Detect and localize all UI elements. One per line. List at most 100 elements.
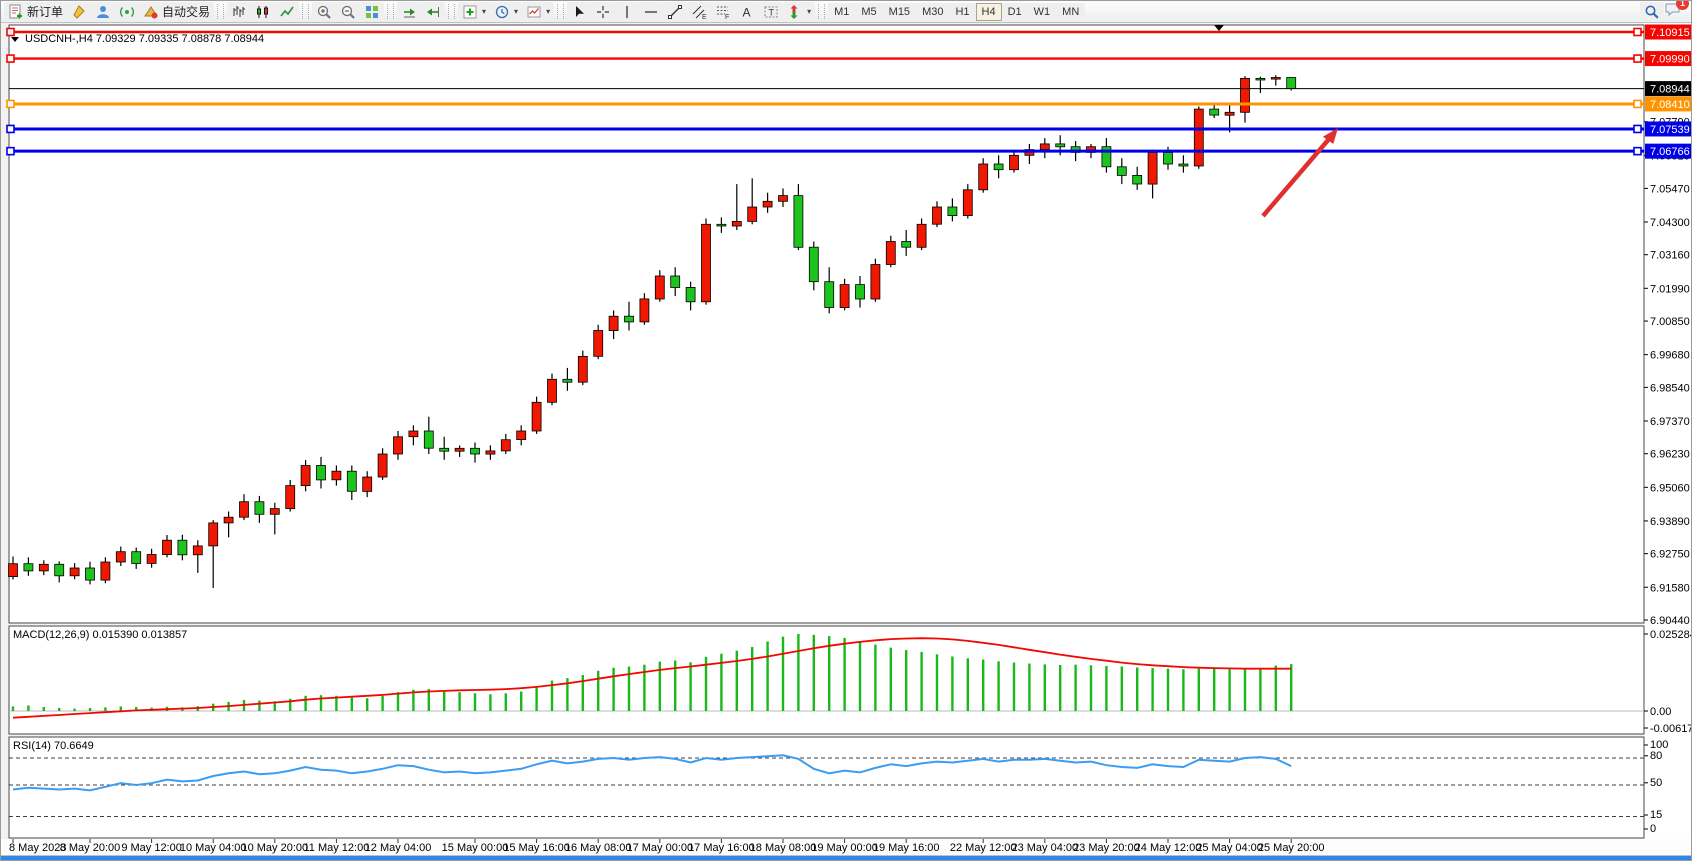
line-handle[interactable]: [7, 148, 14, 155]
rsi-axis-tick: 15: [1650, 809, 1662, 821]
candle: [132, 552, 141, 564]
candle: [394, 437, 403, 454]
time-label: 9 May 12:00: [121, 842, 182, 854]
toolbar-grip: [557, 4, 564, 19]
price-tick: 7.03160: [1650, 250, 1690, 262]
terminal-window: 新订单 自动交易 ▾ ▾ ▾ E F A T ▾ M: [0, 0, 1692, 861]
candlestick-chart-button[interactable]: [251, 2, 275, 21]
price-tick: 6.97370: [1650, 416, 1690, 428]
text-label-tool-button[interactable]: T: [759, 2, 783, 21]
price-chart[interactable]: 8 May 20238 May 20:009 May 12:0010 May 0…: [1, 23, 1692, 861]
auto-scroll-button[interactable]: [397, 2, 421, 21]
templates-button[interactable]: ▾: [522, 2, 554, 21]
timeframe-w1-button[interactable]: W1: [1028, 3, 1057, 21]
line-handle[interactable]: [7, 125, 14, 132]
time-label: 22 May 12:00: [950, 842, 1017, 854]
line-chart-icon: [279, 4, 295, 20]
candle: [9, 564, 18, 577]
tile-windows-icon: [364, 4, 380, 20]
timeframe-m5-button[interactable]: M5: [855, 3, 882, 21]
line-handle[interactable]: [1634, 148, 1641, 155]
line-handle[interactable]: [7, 55, 14, 62]
time-label: 11 May 12:00: [303, 842, 369, 854]
toolbar-grip: [448, 4, 455, 19]
candle: [594, 331, 603, 357]
auto-trading-button[interactable]: 自动交易: [139, 2, 214, 21]
timeframe-m1-button[interactable]: M1: [828, 3, 855, 21]
candle: [1010, 155, 1019, 169]
toolbar-grip: [217, 4, 224, 19]
cursor-tool-button[interactable]: [567, 2, 591, 21]
candle: [455, 448, 464, 451]
rsi-panel[interactable]: [9, 737, 1644, 838]
timeframe-h1-button[interactable]: H1: [949, 3, 975, 21]
search-button[interactable]: [1640, 2, 1664, 21]
main-toolbar: 新订单 自动交易 ▾ ▾ ▾ E F A T ▾ M: [1, 1, 1691, 23]
trendline-tool-button[interactable]: [663, 2, 687, 21]
vertical-line-tool-button[interactable]: [615, 2, 639, 21]
candle: [286, 486, 295, 509]
bar-chart-button[interactable]: [227, 2, 251, 21]
macd-panel[interactable]: [9, 626, 1644, 734]
tile-windows-button[interactable]: [360, 2, 384, 21]
fibonacci-icon: F: [715, 4, 731, 20]
crosshair-tool-button[interactable]: [591, 2, 615, 21]
line-handle[interactable]: [1634, 29, 1641, 36]
line-price-tag-text: 7.06766: [1650, 146, 1690, 158]
indicators-icon: [462, 4, 478, 20]
chat-button[interactable]: 1: [1664, 1, 1682, 22]
price-tick: 6.99680: [1650, 350, 1690, 362]
community-icon: [95, 4, 111, 20]
arrows-tool-button[interactable]: ▾: [783, 2, 815, 21]
timeframe-h4-button[interactable]: H4: [976, 3, 1002, 21]
cursor-icon: [571, 4, 587, 20]
toolbar-grip: [387, 4, 394, 19]
candle: [486, 451, 495, 454]
horizontal-line-tool-button[interactable]: [639, 2, 663, 21]
line-chart-button[interactable]: [275, 2, 299, 21]
main-panel[interactable]: [9, 25, 1644, 623]
price-tick: 6.96230: [1650, 449, 1690, 461]
line-price-tag-text: 7.10915: [1650, 27, 1690, 39]
line-handle[interactable]: [7, 100, 14, 107]
signal-button[interactable]: [115, 2, 139, 21]
chart-area[interactable]: 8 May 20238 May 20:009 May 12:0010 May 0…: [1, 23, 1692, 861]
toolbar-grip: [302, 4, 309, 19]
time-label: 10 May 04:00: [180, 842, 247, 854]
candle: [1117, 167, 1126, 176]
zoom-in-button[interactable]: [312, 2, 336, 21]
line-handle[interactable]: [1634, 55, 1641, 62]
new-order-icon: [8, 4, 24, 20]
line-handle[interactable]: [1634, 125, 1641, 132]
text-tool-button[interactable]: A: [735, 2, 759, 21]
candle: [363, 477, 372, 491]
time-axis: 8 May 20238 May 20:009 May 12:0010 May 0…: [9, 839, 1325, 854]
timeframe-d1-button[interactable]: D1: [1002, 3, 1028, 21]
fibonacci-tool-button[interactable]: F: [711, 2, 735, 21]
equidistant-channel-tool-button[interactable]: E: [687, 2, 711, 21]
line-handle[interactable]: [1634, 100, 1641, 107]
bottom-accent-bar: [1, 856, 1692, 861]
text-icon: A: [739, 4, 755, 20]
rsi-axis-tick: 80: [1650, 750, 1662, 762]
time-label: 15 May 16:00: [503, 842, 570, 854]
zoom-out-button[interactable]: [336, 2, 360, 21]
new-order-button[interactable]: 新订单: [4, 2, 67, 21]
timeframe-m30-button[interactable]: M30: [916, 3, 949, 21]
metaeditor-button[interactable]: [67, 2, 91, 21]
community-button[interactable]: [91, 2, 115, 21]
candle: [655, 276, 664, 299]
line-handle[interactable]: [7, 29, 14, 36]
candle: [378, 454, 387, 477]
price-tick: 6.98540: [1650, 382, 1690, 394]
indicators-button[interactable]: ▾: [458, 2, 490, 21]
timeframe-m15-button[interactable]: M15: [883, 3, 916, 21]
price-tick: 7.00850: [1650, 316, 1690, 328]
candle: [1164, 153, 1173, 165]
chart-shift-button[interactable]: [421, 2, 445, 21]
timeframe-mn-button[interactable]: MN: [1056, 3, 1085, 21]
candle: [240, 502, 249, 518]
periods-button[interactable]: ▾: [490, 2, 522, 21]
price-tick: 6.90440: [1650, 615, 1690, 627]
toolbar-grip: [818, 4, 825, 19]
